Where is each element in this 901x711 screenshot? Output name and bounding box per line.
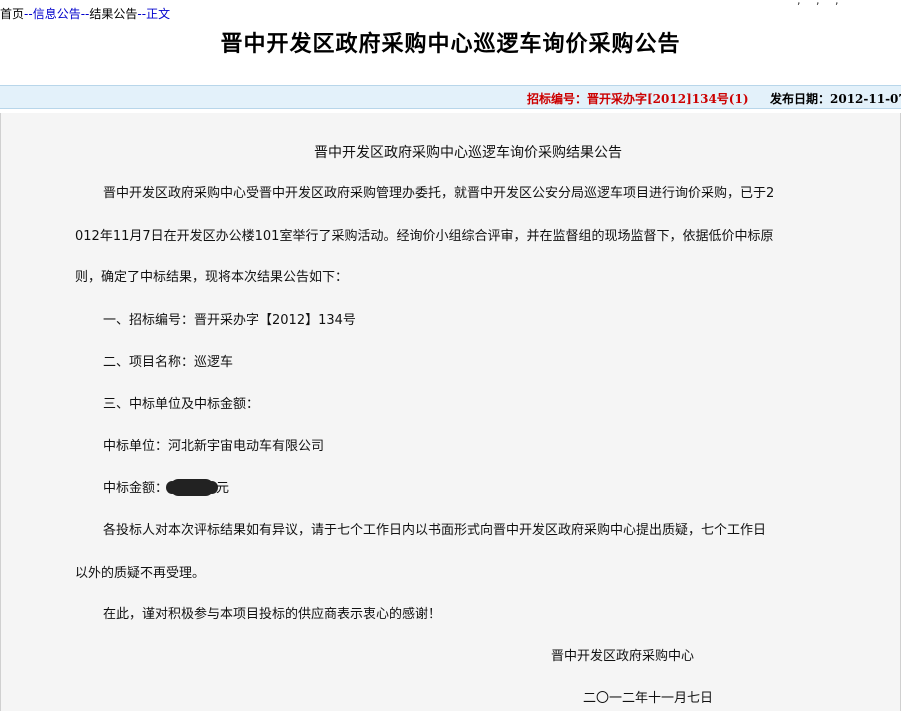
breadcrumb-separator: -- [137, 7, 147, 21]
paragraph-line: 晋中开发区政府采购中心受晋中开发区政府采购管理办委托，就晋中开发区公安分局巡逻车… [103, 186, 775, 201]
tender-code: 招标编号：晋开采办字[2012]134号(1) [527, 92, 749, 106]
breadcrumb: 首页--信息公告--结果公告--正文 [0, 6, 170, 22]
project-name-item: 二、项目名称：巡逻车 [103, 355, 234, 370]
page-title: 晋中开发区政府采购中心巡逻车询价采购公告 [220, 31, 681, 57]
winner-heading-item: 三、中标单位及中标金额： [103, 397, 260, 412]
thanks-line: 在此，谨对积极参与本项目投标的供应商表示衷心的感谢！ [103, 607, 442, 622]
paragraph-line: 则，确定了中标结果，现将本次结果公告如下： [75, 270, 349, 285]
paragraph-line: 各投标人对本次评标结果如有异议，请于七个工作日内以书面形式向晋中开发区政府采购中… [103, 523, 767, 538]
decorative-glyphs: , , , [797, 0, 845, 7]
article-heading: 晋中开发区政府采购中心巡逻车询价采购结果公告 [314, 145, 622, 161]
paragraph-line: 012年11月7日在开发区办公楼101室举行了采购活动。经询价小组综合评审，并在… [75, 229, 774, 244]
redacted-amount [166, 479, 218, 496]
breadcrumb-current[interactable]: 正文 [146, 7, 170, 21]
amount-label: 中标金额： [103, 481, 169, 496]
signature-date: 二〇一二年十一月七日 [583, 691, 714, 706]
tender-number-item: 一、招标编号：晋开采办字【2012】134号 [103, 313, 356, 328]
breadcrumb-results-link[interactable]: 结果公告 [89, 7, 137, 21]
paragraph-line: 以外的质疑不再受理。 [75, 566, 206, 581]
winner-company: 中标单位：河北新宇宙电动车有限公司 [103, 439, 325, 454]
signature-organization: 晋中开发区政府采购中心 [551, 649, 695, 664]
publish-date: 发布日期：2012-11-07 [770, 92, 901, 106]
breadcrumb-info-link[interactable]: 信息公告 [33, 7, 81, 21]
amount-unit: 元 [216, 481, 230, 496]
breadcrumb-separator: -- [24, 7, 33, 21]
breadcrumb-home-link[interactable]: 首页 [0, 7, 24, 21]
info-bar: 招标编号：晋开采办字[2012]134号(1) 发布日期：2012-11-07 [0, 85, 901, 109]
